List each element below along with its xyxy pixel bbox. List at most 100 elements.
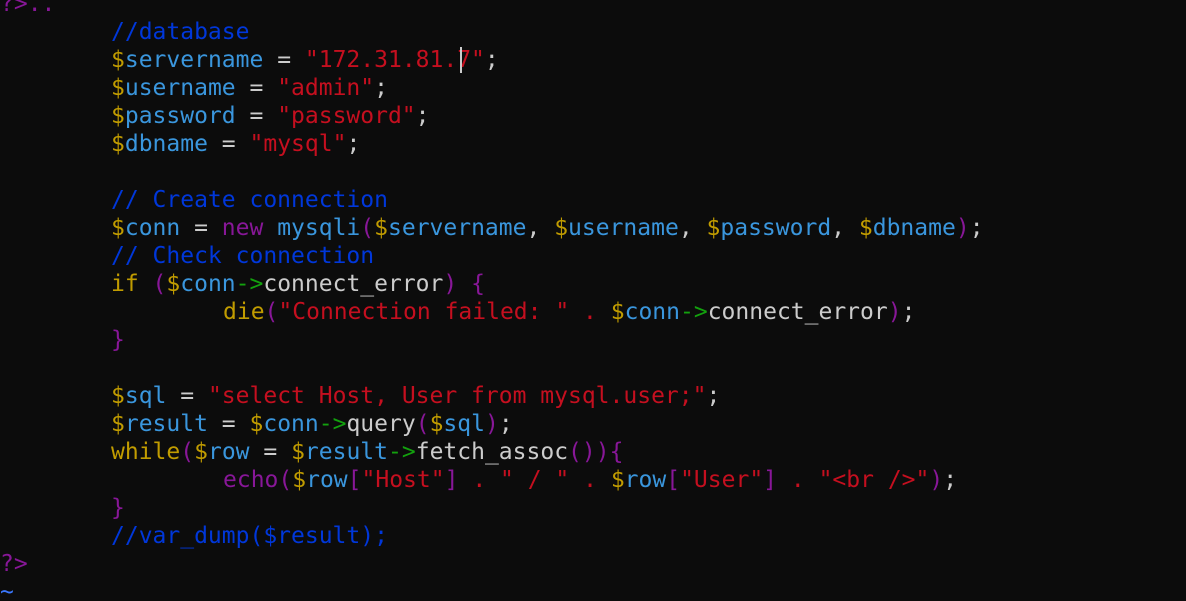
code-token: row	[207, 439, 250, 465]
code-token: $	[166, 271, 181, 297]
code-token: )	[955, 215, 970, 241]
code-token: conn	[180, 271, 236, 297]
code-token: row	[624, 467, 667, 493]
code-token: "User"	[680, 467, 764, 493]
code-line[interactable]: ~	[0, 578, 14, 601]
code-token: sql	[124, 383, 167, 409]
code-token: ]	[444, 467, 459, 493]
code-token: password	[124, 103, 236, 129]
code-token: "mysql"	[249, 131, 347, 157]
code-token: {	[457, 271, 485, 297]
code-line[interactable]: }	[111, 326, 125, 354]
code-token: // Check connection	[111, 243, 375, 269]
code-token: $	[111, 383, 125, 409]
code-token: sql	[443, 411, 485, 437]
code-token: =	[249, 439, 292, 465]
code-token: ?>	[0, 551, 28, 577]
code-token: ;	[346, 131, 361, 157]
code-token: $	[706, 215, 721, 241]
code-line[interactable]: echo($row["Host"] . " / " . $row["User"]…	[223, 466, 957, 494]
code-line[interactable]: //database	[111, 18, 249, 46]
code-line[interactable]: $servername = "172.31.81.7";	[111, 46, 499, 74]
code-token: $	[554, 215, 569, 241]
code-token: ->	[680, 299, 708, 325]
code-token: echo	[223, 467, 279, 493]
code-token: "172.31.81.7"	[304, 47, 485, 73]
code-token: "select Host, User from mysql.user;"	[207, 383, 707, 409]
code-token: ;	[374, 75, 388, 101]
code-token: while	[111, 439, 181, 465]
code-token: =	[235, 75, 278, 101]
code-token: //database	[111, 19, 250, 45]
code-line[interactable]: // Check connection	[111, 242, 374, 270]
code-token: )	[887, 299, 902, 325]
empty-line-marker: ~	[0, 579, 14, 601]
code-token: servername	[124, 47, 264, 73]
code-token: $	[111, 215, 125, 241]
code-line[interactable]: // Create connection	[111, 186, 388, 214]
code-token: ]	[763, 467, 778, 493]
code-token: =	[263, 47, 305, 73]
code-token: }	[111, 327, 125, 353]
code-token: [	[666, 467, 681, 493]
code-token: mysqli	[263, 215, 361, 241]
code-line[interactable]: //var_dump($result);	[111, 522, 388, 550]
code-token: )	[929, 467, 944, 493]
code-token: "password"	[277, 103, 416, 129]
code-token: " / "	[500, 467, 570, 493]
code-token: $	[249, 411, 264, 437]
code-token: ;	[484, 47, 499, 73]
code-token: ->	[235, 271, 264, 297]
code-token: ->	[388, 439, 416, 465]
code-token: ->	[318, 411, 347, 437]
code-token: (	[278, 467, 293, 493]
code-token: query	[346, 411, 416, 437]
code-token: conn	[124, 215, 181, 241]
code-token: =	[207, 411, 250, 437]
code-token: .	[777, 467, 819, 493]
code-token: =	[180, 215, 222, 241]
code-token: ;	[901, 299, 916, 325]
code-line[interactable]: $password = "password";	[111, 102, 430, 130]
code-line[interactable]: $result = $conn->query($sql);	[111, 410, 513, 438]
code-token: //var_dump($result);	[111, 523, 388, 549]
code-line[interactable]: $conn = new mysqli($servername, $usernam…	[111, 214, 984, 242]
code-line[interactable]: $dbname = "mysql";	[111, 130, 360, 158]
code-token: .	[569, 299, 611, 325]
code-token: =	[166, 383, 208, 409]
code-token: password	[720, 215, 832, 241]
terminal-editor[interactable]: ?>..//database $servername = "172.31.81.7…	[0, 0, 1186, 601]
code-token: ;	[415, 103, 430, 129]
code-token: $	[610, 467, 625, 493]
code-token: servername	[388, 215, 527, 241]
code-token: (	[138, 271, 167, 297]
code-token: .	[458, 467, 501, 493]
code-token: $	[374, 215, 388, 241]
code-token: }	[111, 495, 125, 521]
code-line[interactable]: ?>..	[0, 0, 55, 18]
code-token: $	[292, 467, 307, 493]
code-token: $	[858, 215, 873, 241]
code-token: connect_error	[263, 271, 444, 297]
code-line[interactable]: if ($conn->connect_error) {	[111, 270, 485, 298]
code-line[interactable]: $username = "admin";	[111, 74, 388, 102]
code-token: .	[569, 467, 611, 493]
code-token: "Host"	[361, 467, 445, 493]
code-token: (	[264, 299, 279, 325]
code-line[interactable]: $sql = "select Host, User from mysql.use…	[111, 382, 720, 410]
code-token: $	[111, 103, 125, 129]
code-token: )	[484, 411, 499, 437]
code-line[interactable]: ?>	[0, 550, 28, 578]
code-token: $	[111, 75, 125, 101]
code-token: (	[415, 411, 430, 437]
code-token: ;	[969, 215, 984, 241]
code-token: // Create connection	[111, 187, 388, 213]
code-line[interactable]: die("Connection failed: " . $conn->conne…	[223, 298, 915, 326]
code-token: ;	[706, 383, 721, 409]
code-token: connect_error	[707, 299, 888, 325]
code-token: row	[306, 467, 348, 493]
code-token: =	[207, 131, 250, 157]
code-line[interactable]: }	[111, 494, 125, 522]
code-token: $	[429, 411, 444, 437]
code-line[interactable]: while($row = $result->fetch_assoc()){	[111, 438, 623, 466]
